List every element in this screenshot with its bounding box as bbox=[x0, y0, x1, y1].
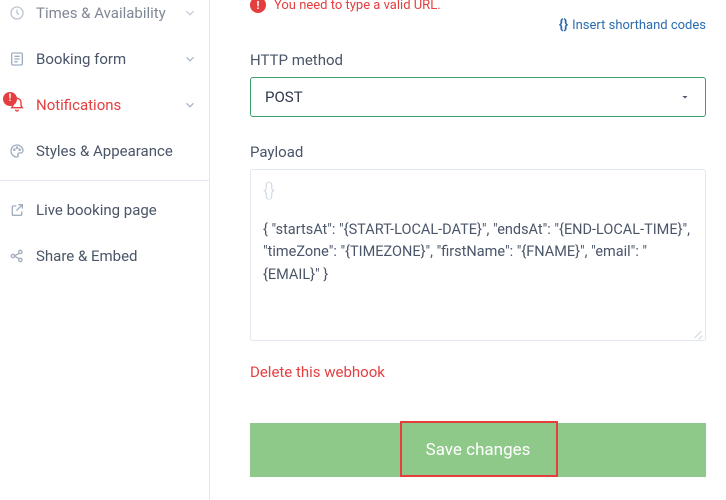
payload-placeholder-glyph: {} bbox=[263, 180, 693, 201]
clock-icon bbox=[8, 4, 26, 22]
resize-handle[interactable] bbox=[693, 328, 703, 338]
divider bbox=[0, 180, 209, 181]
sidebar: Times & Availability Booking form ! Noti… bbox=[0, 0, 210, 500]
error-text: You need to type a valid URL. bbox=[274, 0, 441, 13]
braces-icon: {} bbox=[559, 17, 568, 33]
main-content: ! You need to type a valid URL. {}Insert… bbox=[210, 0, 726, 500]
sidebar-item-times[interactable]: Times & Availability bbox=[0, 0, 209, 36]
http-method-label: HTTP method bbox=[250, 51, 706, 69]
delete-webhook-link[interactable]: Delete this webhook bbox=[250, 363, 385, 381]
payload-textarea[interactable]: {} { "startsAt": "{START-LOCAL-DATE}", "… bbox=[250, 169, 706, 341]
external-link-icon bbox=[8, 201, 26, 219]
chevron-down-icon bbox=[183, 52, 197, 66]
sidebar-item-label: Notifications bbox=[36, 96, 183, 114]
url-error-message: ! You need to type a valid URL. bbox=[250, 0, 706, 13]
save-row: Save changes bbox=[250, 421, 706, 479]
sidebar-item-label: Share & Embed bbox=[36, 247, 197, 265]
http-method-value: POST bbox=[265, 88, 691, 106]
payload-label: Payload bbox=[250, 143, 706, 161]
sidebar-item-styles[interactable]: Styles & Appearance bbox=[0, 128, 209, 174]
form-icon bbox=[8, 50, 26, 68]
sidebar-item-label: Times & Availability bbox=[36, 4, 183, 22]
chevron-down-icon bbox=[183, 98, 197, 112]
sidebar-item-notifications[interactable]: ! Notifications bbox=[0, 82, 209, 128]
caret-down-icon bbox=[679, 91, 691, 103]
sidebar-item-label: Booking form bbox=[36, 50, 183, 68]
http-method-select[interactable]: POST bbox=[250, 77, 706, 117]
insert-shorthand-link[interactable]: {}Insert shorthand codes bbox=[559, 18, 706, 33]
palette-icon bbox=[8, 142, 26, 160]
sidebar-item-label: Live booking page bbox=[36, 201, 197, 219]
chevron-down-icon bbox=[183, 6, 197, 20]
sidebar-item-share[interactable]: Share & Embed bbox=[0, 233, 209, 279]
share-icon bbox=[8, 247, 26, 265]
save-button[interactable]: Save changes bbox=[250, 423, 706, 477]
save-button-label: Save changes bbox=[426, 440, 531, 460]
error-icon: ! bbox=[250, 0, 266, 13]
shorthand-row: {}Insert shorthand codes bbox=[250, 17, 706, 33]
sidebar-item-label: Styles & Appearance bbox=[36, 142, 197, 160]
sidebar-item-live-page[interactable]: Live booking page bbox=[0, 187, 209, 233]
sidebar-item-booking-form[interactable]: Booking form bbox=[0, 36, 209, 82]
alert-badge: ! bbox=[3, 92, 17, 106]
payload-value[interactable]: { "startsAt": "{START-LOCAL-DATE}", "end… bbox=[263, 219, 693, 286]
